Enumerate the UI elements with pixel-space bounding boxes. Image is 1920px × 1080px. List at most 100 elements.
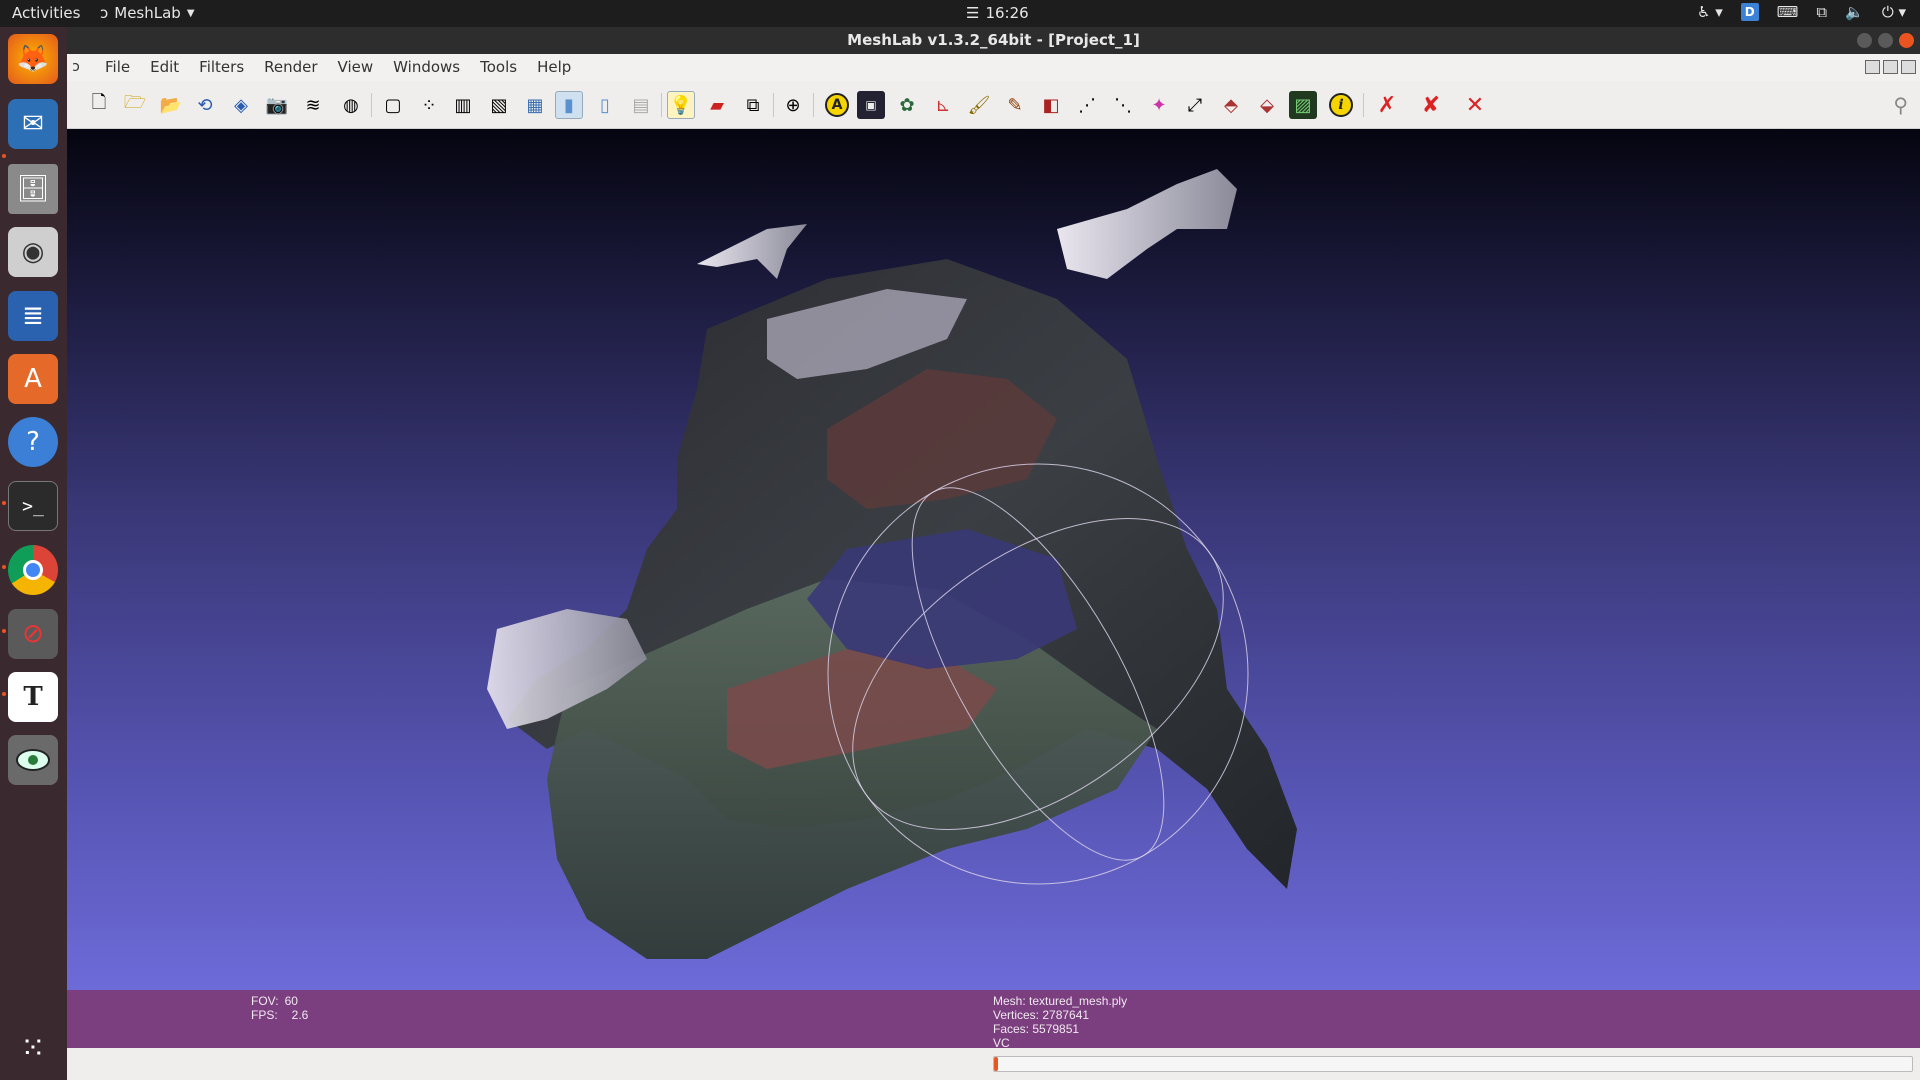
- menu-help[interactable]: Help: [527, 58, 581, 76]
- mesh-fragment-top-left: [697, 224, 807, 279]
- raster-icon[interactable]: ▣: [857, 91, 885, 119]
- app-menu[interactable]: ↄ MeshLab ▼: [100, 4, 195, 22]
- color-wheel-icon[interactable]: ✿: [893, 91, 921, 119]
- clock[interactable]: ☰ 16:26: [966, 4, 1029, 22]
- smooth-shading-icon[interactable]: ▯: [591, 91, 619, 119]
- toolbar: 🗋 🗁 📂 ⟲ ◈ 📷 ≋ ◍ ▢ ⁘ ▥ ▧ ▦ ▮ ▯ ▤ 💡 ▰ ⧉ ⊕ …: [67, 81, 1920, 129]
- info-icon[interactable]: i: [1329, 93, 1353, 117]
- mesh-render: [487, 169, 1297, 959]
- chrome-icon[interactable]: [8, 545, 58, 595]
- fps-value: 2.6: [291, 1008, 309, 1022]
- rhythmbox-icon[interactable]: ◉: [8, 227, 58, 277]
- delete-faces-icon[interactable]: ✗: [1373, 91, 1401, 119]
- align-icon[interactable]: ◧: [1037, 91, 1065, 119]
- wireframe-icon[interactable]: ▥: [449, 91, 477, 119]
- view-info: FOV: 60 FPS: 2.6: [251, 994, 308, 1022]
- meshlab-logo-icon: ↄ: [100, 4, 109, 22]
- select-vertices-icon[interactable]: ⋱: [1109, 91, 1137, 119]
- mdi-minimize-button[interactable]: [1865, 60, 1880, 74]
- files-icon[interactable]: 🗄: [8, 164, 58, 214]
- activities-button[interactable]: Activities: [12, 4, 80, 22]
- select-faces-icon[interactable]: ⋰: [1073, 91, 1101, 119]
- texture-icon[interactable]: ▤: [627, 91, 655, 119]
- flat-lines-icon[interactable]: ▦: [521, 91, 549, 119]
- menu-file[interactable]: File: [95, 58, 140, 76]
- status-bar: [67, 1048, 1920, 1080]
- backface-icon[interactable]: ▰: [703, 91, 731, 119]
- progress-bar: [993, 1056, 1913, 1072]
- fov-label: FOV:: [251, 994, 279, 1008]
- open-mesh-icon[interactable]: 📂: [157, 91, 185, 119]
- menu-tools[interactable]: Tools: [470, 58, 527, 76]
- pickpoints-icon[interactable]: ✦: [1145, 91, 1173, 119]
- dropbox-icon[interactable]: D: [1740, 3, 1759, 21]
- layers-icon[interactable]: ≋: [299, 91, 327, 119]
- trackball-icon[interactable]: ⊕: [779, 91, 807, 119]
- writer-icon[interactable]: ≣: [8, 291, 58, 341]
- points-icon[interactable]: ⁘: [415, 91, 443, 119]
- delete-both-icon[interactable]: ✕: [1461, 91, 1489, 119]
- notification-icon: ☰: [966, 4, 980, 22]
- fancy-lighting-icon[interactable]: ⧉: [739, 91, 767, 119]
- mesh-info: Mesh: textured_mesh.ply Vertices: 278764…: [993, 994, 1127, 1050]
- clock-time: 16:26: [985, 4, 1029, 22]
- paint-icon[interactable]: 🖌: [965, 91, 993, 119]
- light-icon[interactable]: 💡: [667, 91, 695, 119]
- accessibility-icon[interactable]: ♿ ▾: [1697, 3, 1723, 21]
- mesh-fragment-top-right: [1057, 169, 1237, 279]
- mesh-name: Mesh: textured_mesh.ply: [993, 994, 1128, 1008]
- app-menu-label: MeshLab: [114, 4, 181, 22]
- text-editor-icon[interactable]: T: [8, 672, 58, 722]
- search-icon[interactable]: ⚲: [1893, 93, 1908, 117]
- blocked-app-icon[interactable]: ⊘: [8, 609, 58, 659]
- globe-icon[interactable]: ◍: [337, 91, 365, 119]
- meshlab-menu-logo-icon: ↄ: [72, 59, 80, 75]
- open-project-icon[interactable]: 🗁: [121, 91, 149, 119]
- maximize-button[interactable]: [1878, 33, 1893, 48]
- network-icon[interactable]: ⧉: [1816, 3, 1827, 21]
- top-bar: Activities ↄ MeshLab ▼ ☰ 16:26 ♿ ▾ D ⌨ ⧉…: [0, 0, 1920, 27]
- axis-icon[interactable]: ⊾: [929, 91, 957, 119]
- raster-layer-icon[interactable]: ▨: [1289, 91, 1317, 119]
- mdi-close-button[interactable]: [1901, 60, 1916, 74]
- fit-icon[interactable]: ⤢: [1181, 91, 1209, 119]
- mdi-restore-button[interactable]: [1883, 60, 1898, 74]
- terminal-icon[interactable]: >_: [8, 481, 58, 531]
- reload-icon[interactable]: ⟲: [191, 91, 219, 119]
- window-title: MeshLab v1.3.2_64bit - [Project_1]: [847, 31, 1140, 49]
- menu-filters[interactable]: Filters: [189, 58, 254, 76]
- snapshot-icon[interactable]: 📷: [263, 91, 291, 119]
- close-button[interactable]: [1899, 33, 1914, 48]
- delete-vertices-icon[interactable]: ✘: [1417, 91, 1445, 119]
- info-bar: FOV: 60 FPS: 2.6 Mesh: textured_mesh.ply V…: [67, 990, 1920, 1050]
- firefox-icon[interactable]: 🦊: [8, 34, 58, 84]
- hidden-lines-icon[interactable]: ▧: [485, 91, 513, 119]
- 3d-viewport[interactable]: [67, 129, 1920, 990]
- progress-fill: [994, 1057, 998, 1071]
- menu-windows[interactable]: Windows: [383, 58, 470, 76]
- meshlab-dock-icon[interactable]: [8, 735, 58, 785]
- flat-shading-icon[interactable]: ▮: [555, 91, 583, 119]
- help-icon[interactable]: ?: [8, 417, 58, 467]
- minimize-button[interactable]: [1857, 33, 1872, 48]
- bounding-box-icon[interactable]: ▢: [379, 91, 407, 119]
- save-icon[interactable]: ◈: [227, 91, 255, 119]
- brush-icon[interactable]: ✎: [1001, 91, 1029, 119]
- new-project-icon[interactable]: 🗋: [85, 91, 113, 119]
- annotation-icon[interactable]: A: [825, 93, 849, 117]
- software-icon[interactable]: A: [8, 354, 58, 404]
- volume-icon[interactable]: 🔈: [1845, 3, 1864, 21]
- mask-icon[interactable]: ⬙: [1253, 91, 1281, 119]
- dock: 🦊 ✉ 🗄 ◉ ≣ A ? >_ ⊘ T ⁙: [0, 27, 67, 1080]
- menu-edit[interactable]: Edit: [140, 58, 189, 76]
- thunderbird-icon[interactable]: ✉: [8, 99, 58, 149]
- show-applications-icon[interactable]: ⁙: [8, 1023, 58, 1073]
- menu-render[interactable]: Render: [254, 58, 327, 76]
- keyboard-icon[interactable]: ⌨: [1777, 3, 1799, 21]
- menu-view[interactable]: View: [328, 58, 384, 76]
- fps-label: FPS:: [251, 1008, 278, 1022]
- power-icon[interactable]: ⏻ ▾: [1882, 3, 1906, 21]
- measure-icon[interactable]: ⬘: [1217, 91, 1245, 119]
- window-title-bar: MeshLab v1.3.2_64bit - [Project_1]: [67, 27, 1920, 54]
- mesh-faces: Faces: 5579851: [993, 1022, 1080, 1036]
